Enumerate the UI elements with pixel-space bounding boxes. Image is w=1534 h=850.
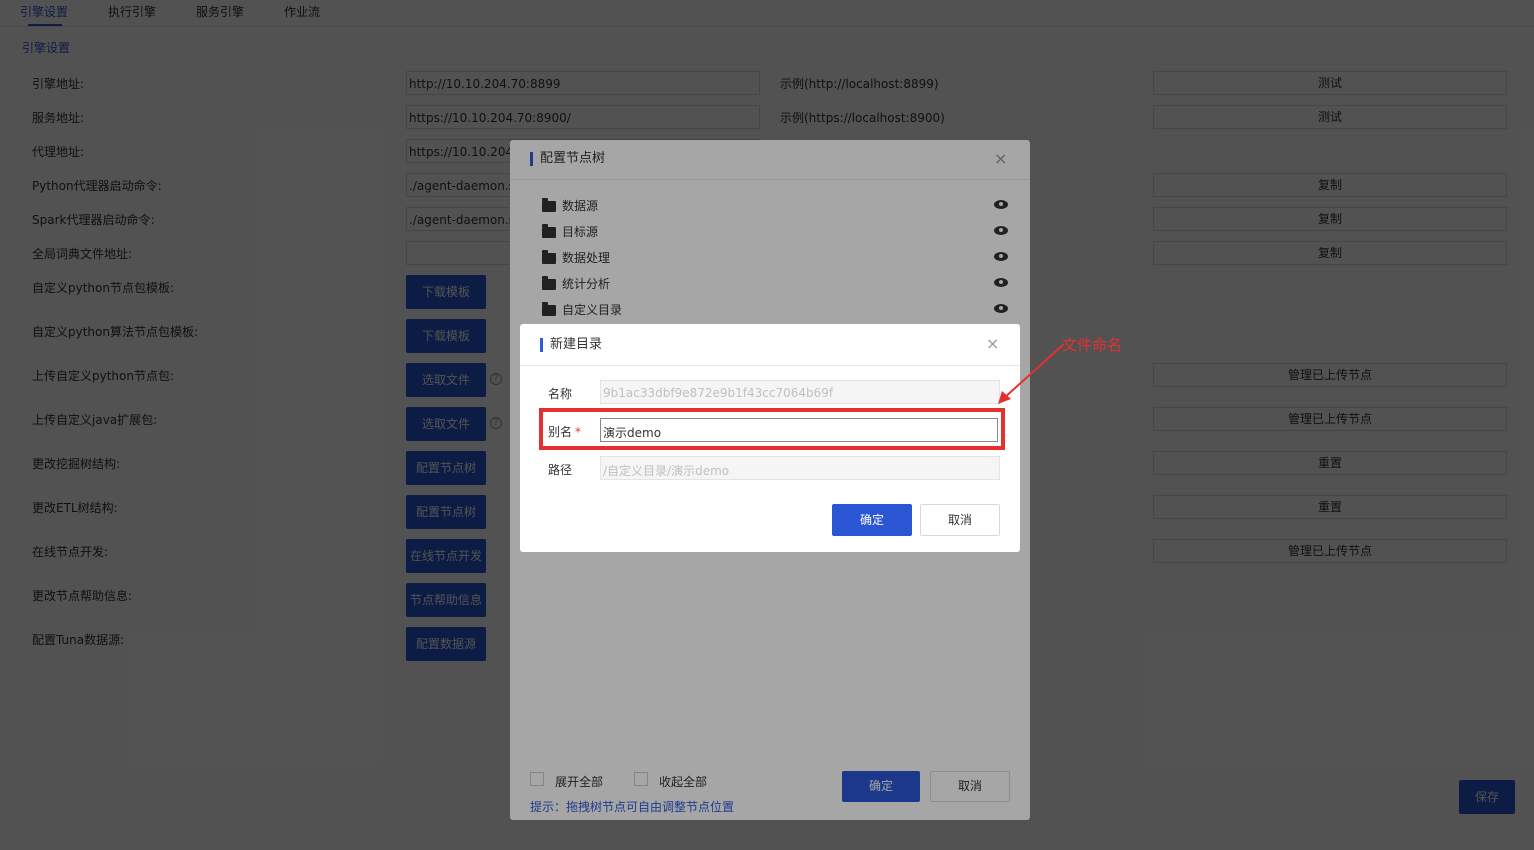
name-label: 名称 <box>548 387 573 401</box>
dialog-header: 新建目录 × <box>520 324 1020 366</box>
new-dir-cancel-button[interactable]: 取消 <box>920 504 1000 536</box>
new-dir-ok-button[interactable]: 确定 <box>832 504 912 536</box>
highlight-box <box>539 408 1005 450</box>
path-input: /自定义目录/演示demo <box>600 456 1000 480</box>
dialog-title: 新建目录 <box>540 338 602 352</box>
annotation-arrow <box>998 343 1065 404</box>
annotation-text: 文件命名 <box>1062 336 1123 354</box>
path-label: 路径 <box>548 463 573 477</box>
name-input: 9b1ac33dbf9e872e9b1f43cc7064b69f <box>600 380 1000 404</box>
